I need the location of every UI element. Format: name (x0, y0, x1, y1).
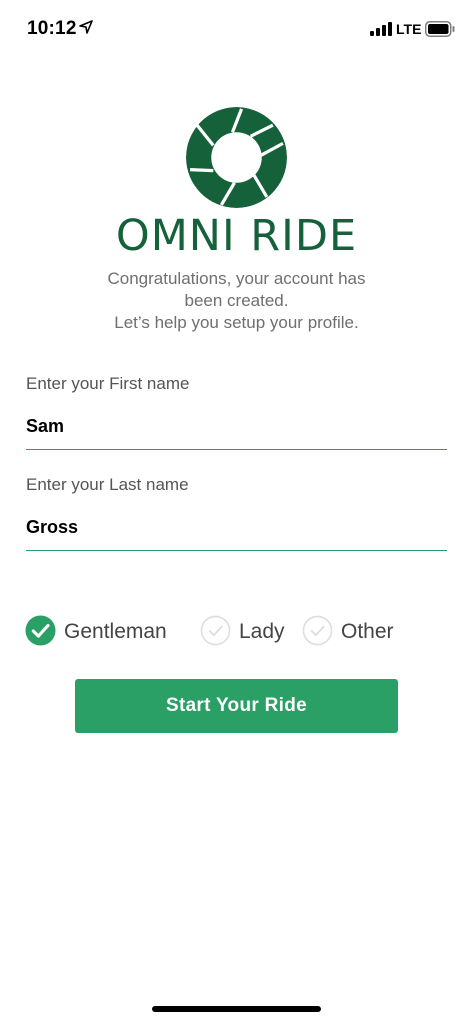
cellular-signal-icon (370, 22, 392, 36)
first-name-label: Enter your First name (26, 374, 190, 393)
home-indicator[interactable] (152, 1006, 321, 1012)
welcome-line-1: Congratulations, your account has (107, 269, 366, 288)
start-ride-button[interactable]: Start Your Ride (75, 679, 398, 733)
check-circle-outline-icon[interactable] (302, 615, 333, 646)
first-name-field[interactable]: Enter your First name Sam (26, 374, 447, 450)
gender-option-other[interactable]: Other (302, 610, 394, 650)
status-time: 10:12 (27, 18, 77, 39)
status-bar: 10:12 LTE (0, 0, 473, 58)
last-name-field[interactable]: Enter your Last name Gross (26, 475, 447, 551)
last-name-input[interactable]: Gross (26, 517, 447, 541)
battery-icon (425, 21, 455, 37)
brand-name: OMNI RIDE (115, 211, 358, 261)
network-type: LTE (396, 21, 422, 37)
gender-label-gentleman: Gentleman (64, 620, 167, 643)
location-arrow-icon (79, 20, 93, 34)
first-name-underline (26, 449, 447, 450)
setup-profile-screen: 10:12 LTE OMNI RIDE Congratulations, you… (0, 0, 473, 1024)
welcome-line-2: been created. (184, 291, 289, 310)
gender-selector: Gentleman Lady Other (25, 610, 445, 650)
gender-option-gentleman[interactable]: Gentleman (25, 610, 167, 650)
gender-label-lady: Lady (239, 620, 285, 643)
check-circle-outline-icon[interactable] (200, 615, 231, 646)
last-name-label: Enter your Last name (26, 475, 189, 494)
gender-label-other: Other (341, 620, 394, 643)
welcome-line-3: Let’s help you setup your profile. (114, 313, 359, 332)
last-name-underline (26, 550, 447, 551)
welcome-message: Congratulations, your account has been c… (40, 268, 433, 334)
first-name-input[interactable]: Sam (26, 416, 447, 440)
check-circle-filled-icon[interactable] (25, 614, 56, 646)
gender-option-lady[interactable]: Lady (200, 610, 285, 650)
aperture-logo-icon (186, 107, 287, 208)
